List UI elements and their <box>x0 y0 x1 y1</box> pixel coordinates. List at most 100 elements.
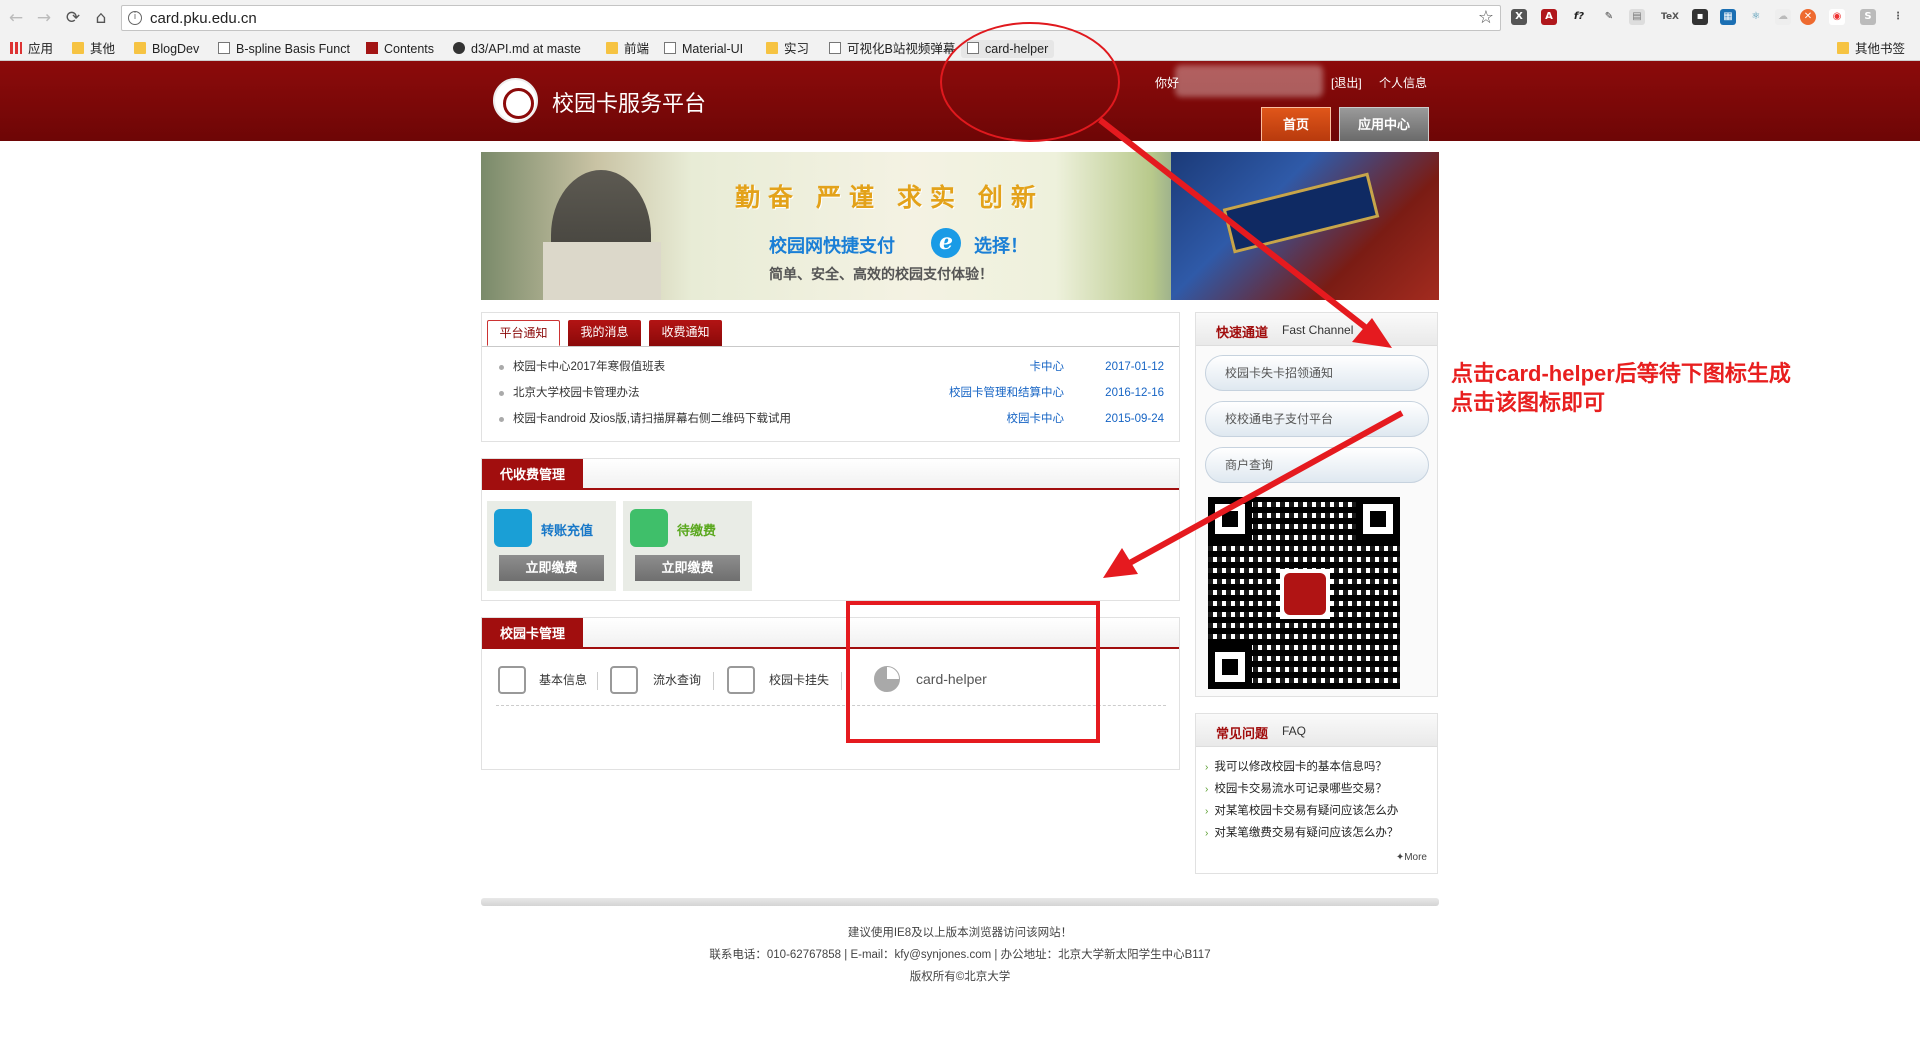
pku-logo <box>493 78 538 123</box>
back-icon[interactable]: ← <box>6 8 26 28</box>
banner-slogan: 勤奋 严谨 求实 创新 <box>735 184 1044 212</box>
github-icon <box>453 42 465 54</box>
chevron-right-icon: › <box>1205 784 1209 795</box>
profile-link[interactable]: 个人信息 <box>1379 74 1427 91</box>
news-title[interactable]: 校园卡android 及ios版,请扫描屏幕右侧二维码下载试用 <box>513 410 791 428</box>
item-label: 流水查询 <box>653 673 702 687</box>
mui-icon <box>664 42 676 54</box>
news-item[interactable]: 校园卡中心2017年寒假值班表 卡中心 2017-01-12 <box>499 358 1164 376</box>
forward-icon[interactable]: → <box>34 8 54 28</box>
extension-cloud-icon[interactable]: ☁ <box>1775 9 1791 25</box>
faq-item[interactable]: › 对某笔缴费交易有疑问应该怎么办？ <box>1205 824 1435 842</box>
pay-now-button[interactable]: 立即缴费 <box>499 555 604 581</box>
bookmark-other[interactable]: 其他 <box>72 40 115 58</box>
news-item[interactable]: 校园卡android 及ios版,请扫描屏幕右侧二维码下载试用 校园卡中心 20… <box>499 410 1164 428</box>
extension-octo-icon[interactable]: ▪ <box>1692 9 1708 25</box>
bookmark-apps[interactable]: 应用 <box>10 40 53 58</box>
extension-weibo-icon[interactable]: ◉ <box>1829 9 1845 25</box>
site-title: 校园卡服务平台 <box>552 92 707 117</box>
pay-now-button[interactable]: 立即缴费 <box>635 555 740 581</box>
news-item[interactable]: 北京大学校园卡管理办法 校园卡管理和结算中心 2016-12-16 <box>499 384 1164 402</box>
fee-label[interactable]: 转账充值 <box>541 520 593 539</box>
item-label: 基本信息 <box>539 673 588 687</box>
divider <box>597 672 598 690</box>
reload-icon[interactable]: ⟳ <box>63 8 83 28</box>
news-date: 2015-09-24 <box>1105 413 1164 425</box>
faq-panel: 常见问题 FAQ › 我可以修改校园卡的基本信息吗？ › 校园卡交易流水可记录哪些交… <box>1195 713 1438 874</box>
tab-platform-notice[interactable]: 平台通知 <box>487 320 560 346</box>
site-info-icon[interactable]: i <box>128 11 142 25</box>
merchant-query-button[interactable]: 商户查询 <box>1205 447 1429 483</box>
bookmark-blogdev[interactable]: BlogDev <box>134 40 199 58</box>
extension-orange-icon[interactable]: ✕ <box>1800 9 1816 25</box>
quick-channel-panel: 快速通道 Fast Channel 校园卡失卡招领通知 校校通电子支付平台 商户… <box>1195 312 1438 697</box>
extension-eyedropper-icon[interactable]: ✎ <box>1601 9 1617 25</box>
extension-page-icon[interactable]: ▤ <box>1629 9 1645 25</box>
extension-x-icon[interactable]: X <box>1511 9 1527 25</box>
fee-card-transfer: 转账充值 立即缴费 <box>487 501 616 591</box>
chevron-right-icon: › <box>1205 828 1209 839</box>
faq-header: 常见问题 FAQ <box>1196 714 1437 747</box>
bookmark-other-bookmarks[interactable]: 其他书签 <box>1837 40 1905 58</box>
url-text: card.pku.edu.cn <box>150 10 257 27</box>
extension-s-icon[interactable]: S <box>1860 9 1876 25</box>
extension-pdf-icon[interactable]: A <box>1541 9 1557 25</box>
news-source: 校园卡中心 <box>1006 413 1065 425</box>
extension-tex-icon[interactable]: TeX <box>1661 9 1679 25</box>
bookmark-bilibili[interactable]: 可视化B站视频弹幕 <box>829 40 955 58</box>
tab-my-messages[interactable]: 我的消息 <box>568 320 641 346</box>
news-title[interactable]: 校园卡中心2017年寒假值班表 <box>513 358 665 376</box>
bookmark-star-icon[interactable]: ☆ <box>1478 7 1494 28</box>
divider <box>713 672 714 690</box>
e-payment-button[interactable]: 校校通电子支付平台 <box>1205 401 1429 437</box>
page-icon <box>829 42 841 54</box>
bar-icon <box>366 42 378 54</box>
statue-pedestal <box>543 242 661 300</box>
bookmark-d3[interactable]: d3/API.md at maste <box>453 40 581 58</box>
transaction-query-item[interactable]: 流水查询 <box>610 665 710 695</box>
extension-react-icon[interactable]: ⚛ <box>1748 9 1764 25</box>
home-icon[interactable]: ⌂ <box>91 8 111 28</box>
annotation-ellipse <box>940 22 1120 142</box>
browser-toolbar: ← → ⟳ ⌂ i card.pku.edu.cn ☆ X A f? ✎ ▤ T… <box>0 0 1920 36</box>
folder-icon <box>606 42 618 54</box>
chevron-right-icon: › <box>1205 762 1209 773</box>
banner-line2: 简单、安全、高效的校园支付体验！ <box>769 266 993 282</box>
lost-card-notice-button[interactable]: 校园卡失卡招领通知 <box>1205 355 1429 391</box>
logout-link[interactable]: [退出] <box>1331 74 1362 91</box>
folder-icon <box>72 42 84 54</box>
extension-grid-icon[interactable]: ▦ <box>1720 9 1736 25</box>
faq-item[interactable]: › 对某笔校园卡交易有疑问应该怎么办 <box>1205 802 1435 820</box>
banner-image: 勤奋 严谨 求实 创新 校园网快捷支付 e 选择！ 简单、安全、高效的校园支付体… <box>481 152 1439 300</box>
faq-item[interactable]: › 我可以修改校园卡的基本信息吗？ <box>1205 758 1435 776</box>
quick-title-en: Fast Channel <box>1282 323 1354 337</box>
chevron-right-icon: › <box>1205 806 1209 817</box>
bookmark-frontend[interactable]: 前端 <box>606 40 649 58</box>
extension-fx-icon[interactable]: f? <box>1571 9 1587 25</box>
address-bar[interactable]: i card.pku.edu.cn ☆ <box>121 5 1501 31</box>
menu-icon[interactable]: ⋮ <box>1890 9 1906 25</box>
bookmark-contents[interactable]: Contents <box>366 40 434 58</box>
section-title: 校园卡管理 <box>482 618 584 649</box>
bookmark-bspline[interactable]: B-spline Basis Funct <box>218 40 350 58</box>
news-source: 校园卡管理和结算中心 <box>949 387 1064 399</box>
news-source: 卡中心 <box>1029 361 1065 373</box>
page-icon <box>218 42 230 54</box>
bookmark-internship[interactable]: 实习 <box>766 40 809 58</box>
quick-title-cn: 快速通道 <box>1216 325 1269 340</box>
tab-fee-notice[interactable]: 收费通知 <box>649 320 722 346</box>
annotation-line: 点击card-helper后等待下图标生成 <box>1451 361 1791 386</box>
basic-info-item[interactable]: 基本信息 <box>498 665 588 695</box>
tab-home[interactable]: 首页 <box>1261 107 1331 141</box>
report-loss-item[interactable]: 校园卡挂失 <box>727 665 837 695</box>
faq-more-link[interactable]: ✦More <box>1396 852 1427 863</box>
bookmark-material-ui[interactable]: Material-UI <box>664 40 743 58</box>
news-date: 2016-12-16 <box>1105 387 1164 399</box>
qr-logo <box>1280 569 1330 619</box>
news-title[interactable]: 北京大学校园卡管理办法 <box>513 384 640 402</box>
qr-finder <box>1208 497 1252 541</box>
tab-app-center[interactable]: 应用中心 <box>1339 107 1429 141</box>
faq-item[interactable]: › 校园卡交易流水可记录哪些交易？ <box>1205 780 1435 798</box>
qr-code <box>1208 497 1400 689</box>
fee-label[interactable]: 待缴费 <box>677 520 716 539</box>
